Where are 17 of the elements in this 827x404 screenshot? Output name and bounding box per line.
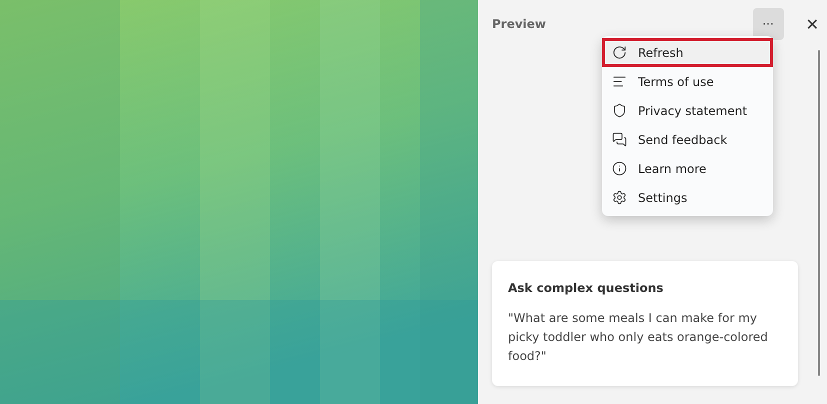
- menu-item[interactable]: Settings: [602, 183, 773, 212]
- menu-item[interactable]: Send feedback: [602, 125, 773, 154]
- menu-item[interactable]: Refresh: [602, 38, 773, 67]
- shield-icon: [612, 103, 627, 118]
- menu-item[interactable]: Privacy statement: [602, 96, 773, 125]
- menu-item[interactable]: Learn more: [602, 154, 773, 183]
- info-icon: [612, 161, 627, 176]
- settings-icon: [612, 190, 627, 205]
- menu-item[interactable]: Terms of use: [602, 67, 773, 96]
- card-title: Ask complex questions: [508, 281, 664, 295]
- lines-icon: [612, 74, 627, 89]
- more-button[interactable]: ···: [752, 8, 784, 40]
- refresh-icon: [612, 45, 627, 60]
- close-button[interactable]: ✕: [806, 14, 819, 34]
- panel-title: Preview: [492, 17, 548, 31]
- chat-bubbles-icon: [612, 132, 627, 147]
- card-text: "What are some meals I can make for my picky toddler who only eats orange-colored food?": [508, 310, 769, 365]
